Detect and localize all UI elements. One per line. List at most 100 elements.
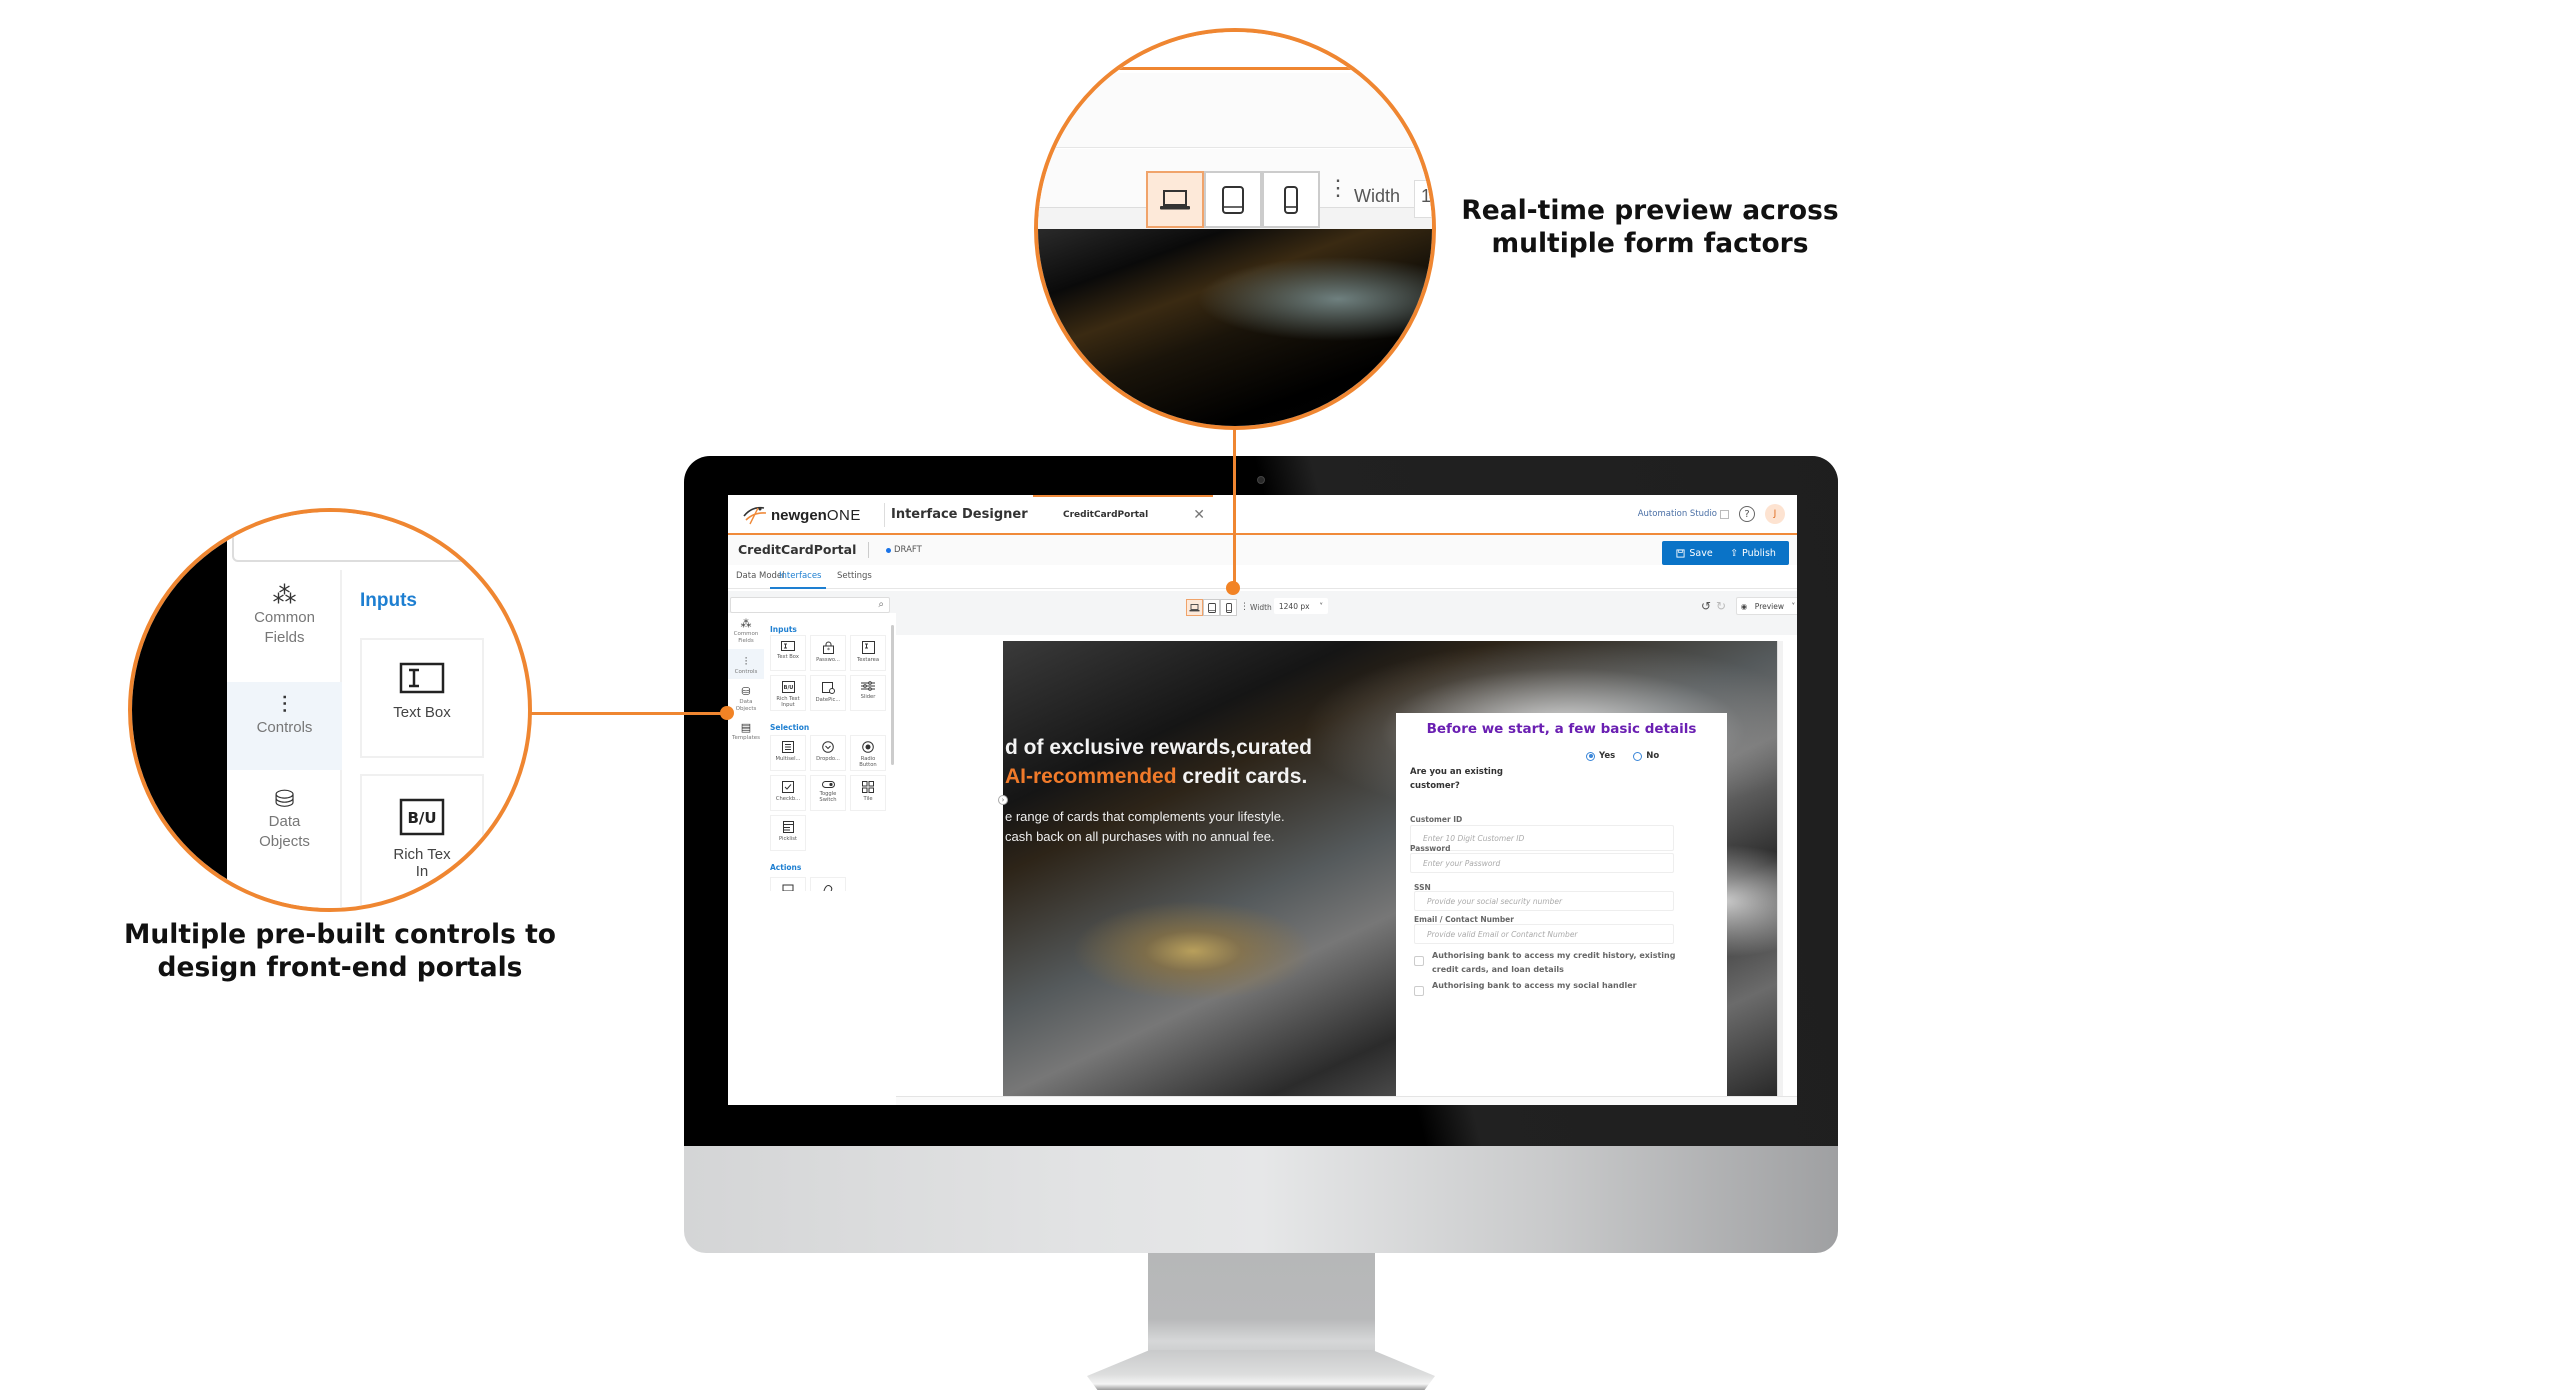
email-contact-input[interactable]: Provide valid Email or Contanct Number (1414, 924, 1674, 944)
collapse-panel-handle[interactable]: › (998, 795, 1008, 805)
radio-yes[interactable]: Yes (1586, 751, 1615, 761)
rich-text-icon: B/U (771, 681, 805, 693)
radio-icon (851, 741, 885, 753)
palette-control-action[interactable] (770, 877, 806, 891)
category-controls[interactable]: ⫶ Controls (728, 649, 764, 679)
checkbox-unchecked-icon[interactable] (1414, 956, 1424, 966)
passwo-icon: * (811, 641, 845, 654)
category-label: Data (268, 813, 301, 830)
picklist-icon (771, 821, 805, 833)
divider (884, 503, 885, 527)
left-callout-caption: Multiple pre-built controls to design fr… (100, 918, 580, 984)
form-title: Before we start, a few basic details (1426, 721, 1697, 737)
radio-unchecked-icon (1633, 751, 1643, 761)
existing-customer-question: Are you an existing customer? (1410, 767, 1503, 791)
desktop-view-button[interactable] (1186, 599, 1203, 616)
divider (868, 542, 869, 558)
zoomed-project-row (1038, 73, 1432, 148)
palette-control-rich-text[interactable]: B/U Rich Text Input (770, 675, 806, 711)
brand-name: newgenONE (771, 506, 861, 524)
palette-control-dropdo[interactable]: Dropdo... (810, 735, 846, 771)
user-avatar[interactable]: J (1765, 504, 1785, 524)
control-label: Switch (819, 797, 837, 804)
email-contact-label: Email / Contact Number (1414, 915, 1514, 924)
section-inputs: Inputs (770, 625, 797, 634)
undo-icon[interactable]: ↺ (1701, 599, 1711, 613)
palette-control-picklist[interactable]: Picklist (770, 815, 806, 851)
control-label: Textarea (856, 657, 880, 663)
category-label: Objects (259, 833, 310, 850)
palette-control-radio[interactable]: Radio Button (850, 735, 886, 771)
publish-button[interactable]: ⇪ Publish (1717, 541, 1789, 565)
palette-scrollbar[interactable] (891, 625, 894, 765)
palette-control-toggle[interactable]: Toggle Switch (810, 775, 846, 811)
ssn-input[interactable]: Provide your social security number (1414, 891, 1674, 911)
palette-control-textarea[interactable]: Textarea (850, 635, 886, 671)
external-link-icon (1720, 509, 1729, 519)
palette-control-action[interactable] (810, 877, 846, 891)
newgen-logo[interactable]: newgenONE (742, 504, 861, 526)
multisel-icon (771, 741, 805, 753)
controls-palette: ⁂ Common Fields ⫶ Controls ⛁ Data Object… (728, 613, 896, 1105)
tab-settings[interactable]: Settings (837, 571, 872, 581)
help-icon[interactable]: ? (1739, 506, 1755, 522)
left-callout-connector (530, 712, 730, 715)
palette-control-multisel[interactable]: Multisel... (770, 735, 806, 771)
canvas-scrollbar[interactable] (1777, 641, 1783, 1105)
radio-label: No (1646, 751, 1660, 761)
category-label: Controls (734, 669, 758, 676)
checkbox-unchecked-icon[interactable] (1414, 986, 1424, 996)
category-templates[interactable]: ▤ Templates (728, 721, 764, 745)
app-screen: newgenONE Interface Designer CreditCardP… (728, 495, 1797, 1105)
slider-icon (851, 681, 885, 691)
category-label: Common (254, 609, 315, 626)
palette-control-passwo[interactable]: * Passwo... (810, 635, 846, 671)
palette-controls-list: Inputs Selection Actions Text Box * Passwo… (766, 613, 894, 1105)
common-fields-icon: ⁂ (740, 617, 752, 630)
more-options-icon: ⋮ (1327, 175, 1349, 200)
control-label: Rich Tex (393, 846, 451, 863)
control-label: Slider (860, 694, 876, 700)
credit-history-consent[interactable]: Authorising bank to access my credit his… (1414, 949, 1682, 977)
tablet-view-button[interactable] (1203, 599, 1220, 616)
tab-interfaces[interactable]: Interfaces (779, 571, 821, 581)
document-tab-label: CreditCardPortal (1063, 510, 1149, 520)
controls-icon: ⫶ (281, 692, 288, 719)
checkb-icon (771, 781, 805, 793)
category-label: Fields (264, 629, 305, 646)
chevron-down-icon: ˅ (1791, 601, 1796, 611)
automation-studio-link[interactable]: Automation Studio (1638, 509, 1729, 519)
password-input[interactable]: Enter your Password (1410, 853, 1674, 873)
palette-control-text-box[interactable]: Text Box (770, 635, 806, 671)
palette-control-datepic[interactable]: DatePic... (810, 675, 846, 711)
link-control-icon (823, 885, 833, 891)
preview-dropdown[interactable]: ◉ Preview ˅ (1736, 597, 1797, 615)
social-handler-consent[interactable]: Authorising bank to access my social han… (1414, 979, 1682, 996)
radio-label: Yes (1599, 751, 1616, 761)
bezel-band (132, 512, 227, 908)
textarea-icon (851, 641, 885, 654)
palette-control-tile[interactable]: Tile (850, 775, 886, 811)
zoomed-width-value: 1 (1414, 180, 1432, 218)
tab-data-model[interactable]: Data Model (736, 571, 785, 581)
header-actions: Automation Studio ? J (1638, 504, 1785, 524)
device-toggle-group (1186, 599, 1237, 616)
zoomed-inputs-heading: Inputs (360, 590, 417, 611)
close-tab-icon[interactable]: ✕ (1193, 507, 1205, 523)
hero-heading-rest: credit cards. (1176, 765, 1308, 788)
zoomed-canvas-photo (1038, 229, 1432, 426)
zoomed-search-box (232, 512, 528, 562)
width-select[interactable]: 1240 px ˅ (1274, 598, 1328, 614)
top-callout-dot (1226, 581, 1240, 595)
radio-no[interactable]: No (1633, 751, 1659, 761)
palette-search-input[interactable]: ⌕ (730, 597, 890, 613)
redo-icon[interactable]: ↻ (1716, 599, 1726, 613)
more-options-icon[interactable]: ⋮ (1240, 603, 1249, 612)
palette-control-slider[interactable]: Slider (850, 675, 886, 711)
palette-control-checkb[interactable]: Checkb... (770, 775, 806, 811)
publish-icon: ⇪ (1730, 547, 1739, 559)
search-icon: ⌕ (878, 599, 884, 610)
document-tab[interactable]: CreditCardPortal ✕ (1033, 495, 1213, 533)
mobile-view-button[interactable] (1220, 599, 1237, 616)
category-common-fields[interactable]: ⁂ Common Fields (728, 617, 764, 647)
